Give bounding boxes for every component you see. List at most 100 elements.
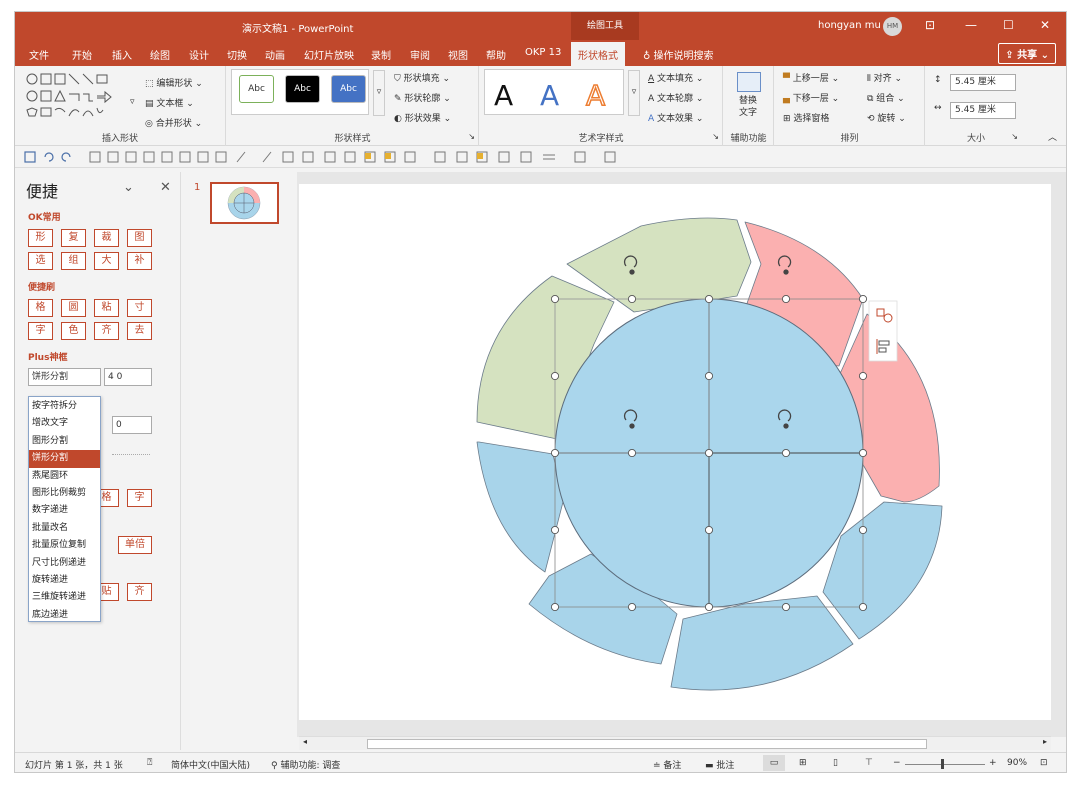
dropdown-item[interactable]: 批量原位复制 [29,537,100,554]
tab-transitions[interactable]: 切换 [227,47,247,62]
dropdown-item[interactable]: 增改文字 [29,415,100,432]
shape-effect-button[interactable]: ◐ 形状效果 ⌄ [394,111,451,124]
brush-button-font[interactable]: 字 [28,322,53,340]
slide-thumbnail[interactable] [210,182,279,224]
dropdown-item[interactable]: 旋转递进 [29,572,100,589]
function-combo[interactable]: 饼形分割 [28,368,101,386]
selection-pane-button[interactable]: ⊞ 选择窗格 [783,111,829,124]
collapse-ribbon-icon[interactable]: ︿ [1048,130,1057,143]
wordart-orange-sample[interactable]: A [585,78,606,113]
text-fill-button[interactable]: A 文本填充 ⌄ [648,71,703,84]
tab-animations[interactable]: 动画 [265,47,285,62]
comments-button[interactable]: ▬ 批注 [705,758,734,771]
accessibility-status[interactable]: ⚲ 辅助功能: 调查 [271,758,340,771]
wordart-blue-sample[interactable]: A [540,79,559,112]
brush-button-format[interactable]: 格 [28,299,53,317]
notes-button[interactable]: ≐ 备注 [653,758,681,771]
dropdown-item[interactable]: 尺寸比例递进 [29,555,100,572]
shape-fill-button[interactable]: ⛉ 形状填充 ⌄ [394,71,450,84]
brush-button-paste[interactable]: 粘 [94,299,119,317]
ok-button-group[interactable]: 组 [61,252,86,270]
language-status[interactable]: 简体中文(中国大陆) [171,758,250,771]
ok-button-shape[interactable]: 形 [28,229,53,247]
plus-button-single[interactable]: 单倍 [118,536,152,554]
tab-home[interactable]: 开始 [72,47,92,62]
slideshow-icon[interactable]: ⊤ [865,758,873,768]
dialog-launcher-icon[interactable]: ↘ [1011,132,1018,141]
tab-help[interactable]: 帮助 [486,47,506,62]
align-button[interactable]: ⫴ 对齐 ⌄ [867,71,902,84]
normal-view-icon[interactable]: ▭ [763,755,785,771]
tab-view[interactable]: 视图 [448,47,468,62]
reading-view-icon[interactable]: ▯ [833,758,838,768]
tab-slideshow[interactable]: 幻灯片放映 [304,47,354,62]
alt-text-button[interactable]: 替换 文字 [739,95,757,119]
zoom-slider-thumb[interactable] [941,759,944,769]
dropdown-item[interactable]: 燕尾圆环 [29,468,100,485]
slide-sorter-icon[interactable]: ⊞ [799,758,807,768]
dropdown-item[interactable]: 按字符拆分 [29,398,100,415]
parameter-field[interactable]: 4 0 [104,368,152,386]
parameter-field-2[interactable]: 0 [112,416,152,434]
dropdown-item[interactable]: 图形分割 [29,433,100,450]
user-name[interactable]: hongyan mu [818,20,881,31]
brush-button-align[interactable]: 齐 [94,322,119,340]
ok-button-image[interactable]: 图 [127,229,152,247]
pane-close-icon[interactable]: ✕ [160,180,171,195]
scroll-right-icon[interactable]: ▸ [1043,737,1047,746]
ring-segment-blue-left[interactable] [476,441,564,573]
send-backward-button[interactable]: ▄ 下移一层 ⌄ [783,91,839,104]
bring-forward-button[interactable]: ▀ 上移一层 ⌄ [783,71,839,84]
avatar[interactable]: HM [883,17,902,36]
ring-segment-blue-bottom-right[interactable] [670,595,854,691]
brush-button-remove[interactable]: 去 [127,322,152,340]
slider-track[interactable] [112,454,150,455]
slide-canvas[interactable] [299,184,1051,720]
scrollbar-thumb[interactable] [367,739,927,749]
dropdown-item[interactable]: 数字递进 [29,502,100,519]
tab-record[interactable]: 录制 [371,47,391,62]
dialog-launcher-icon[interactable]: ↘ [468,132,475,141]
zoom-level[interactable]: 90% [1007,758,1027,768]
plus-button-font[interactable]: 字 [127,489,152,507]
style-outline-sample[interactable]: Abc [239,75,274,103]
ribbon-display-icon[interactable]: ⊡ [925,18,935,32]
style-black-sample[interactable]: Abc [285,75,320,103]
minimize-icon[interactable]: — [965,18,977,32]
textbox-button[interactable]: ▤ 文本框 ⌄ [145,96,194,109]
ok-button-copy[interactable]: 复 [61,229,86,247]
shape-gallery[interactable] [25,72,135,120]
plus-button-align[interactable]: 齐 [127,583,152,601]
dropdown-item[interactable]: 批量改名 [29,520,100,537]
text-outline-button[interactable]: A 文本轮廓 ⌄ [648,91,703,104]
dropdown-item[interactable]: 三维旋转递进 [29,589,100,606]
tab-draw[interactable]: 绘图 [150,47,170,62]
width-field[interactable]: 5.45 厘米 [950,102,1016,119]
brush-button-size[interactable]: 寸 [127,299,152,317]
ok-button-supplement[interactable]: 补 [127,252,152,270]
brush-button-color[interactable]: 色 [61,322,86,340]
merge-shapes-button[interactable]: ◎ 合并形状 ⌄ [145,116,202,129]
zoom-in-icon[interactable]: + [989,758,997,768]
shape-outline-button[interactable]: ✎ 形状轮廓 ⌄ [394,91,451,104]
rotate-button[interactable]: ⟲ 旋转 ⌄ [867,111,906,124]
wordart-black-sample[interactable]: A [494,79,513,112]
tab-review[interactable]: 审阅 [410,47,430,62]
close-icon[interactable]: ✕ [1040,18,1050,32]
dropdown-item[interactable]: 图形比例裁剪 [29,485,100,502]
ok-button-size[interactable]: 大 [94,252,119,270]
tab-design[interactable]: 设计 [189,47,209,62]
redo-icon[interactable] [61,152,71,162]
zoom-out-icon[interactable]: − [893,758,901,768]
dialog-launcher-icon[interactable]: ↘ [712,132,719,141]
shape-gallery-more[interactable]: ▿ [130,97,135,107]
scroll-left-icon[interactable]: ◂ [303,737,307,746]
ok-button-crop[interactable]: 裁 [94,229,119,247]
tab-file[interactable]: 文件 [29,47,49,62]
fit-to-window-icon[interactable]: ⊡ [1040,758,1048,768]
save-icon[interactable] [24,151,36,163]
tab-shape-format[interactable]: 形状格式 [571,42,625,66]
wordart-gallery-more[interactable]: ▿ [628,70,640,116]
pane-options-icon[interactable]: ⌄ [123,180,134,195]
edit-shape-button[interactable]: ⬚ 编辑形状 ⌄ [145,76,203,89]
